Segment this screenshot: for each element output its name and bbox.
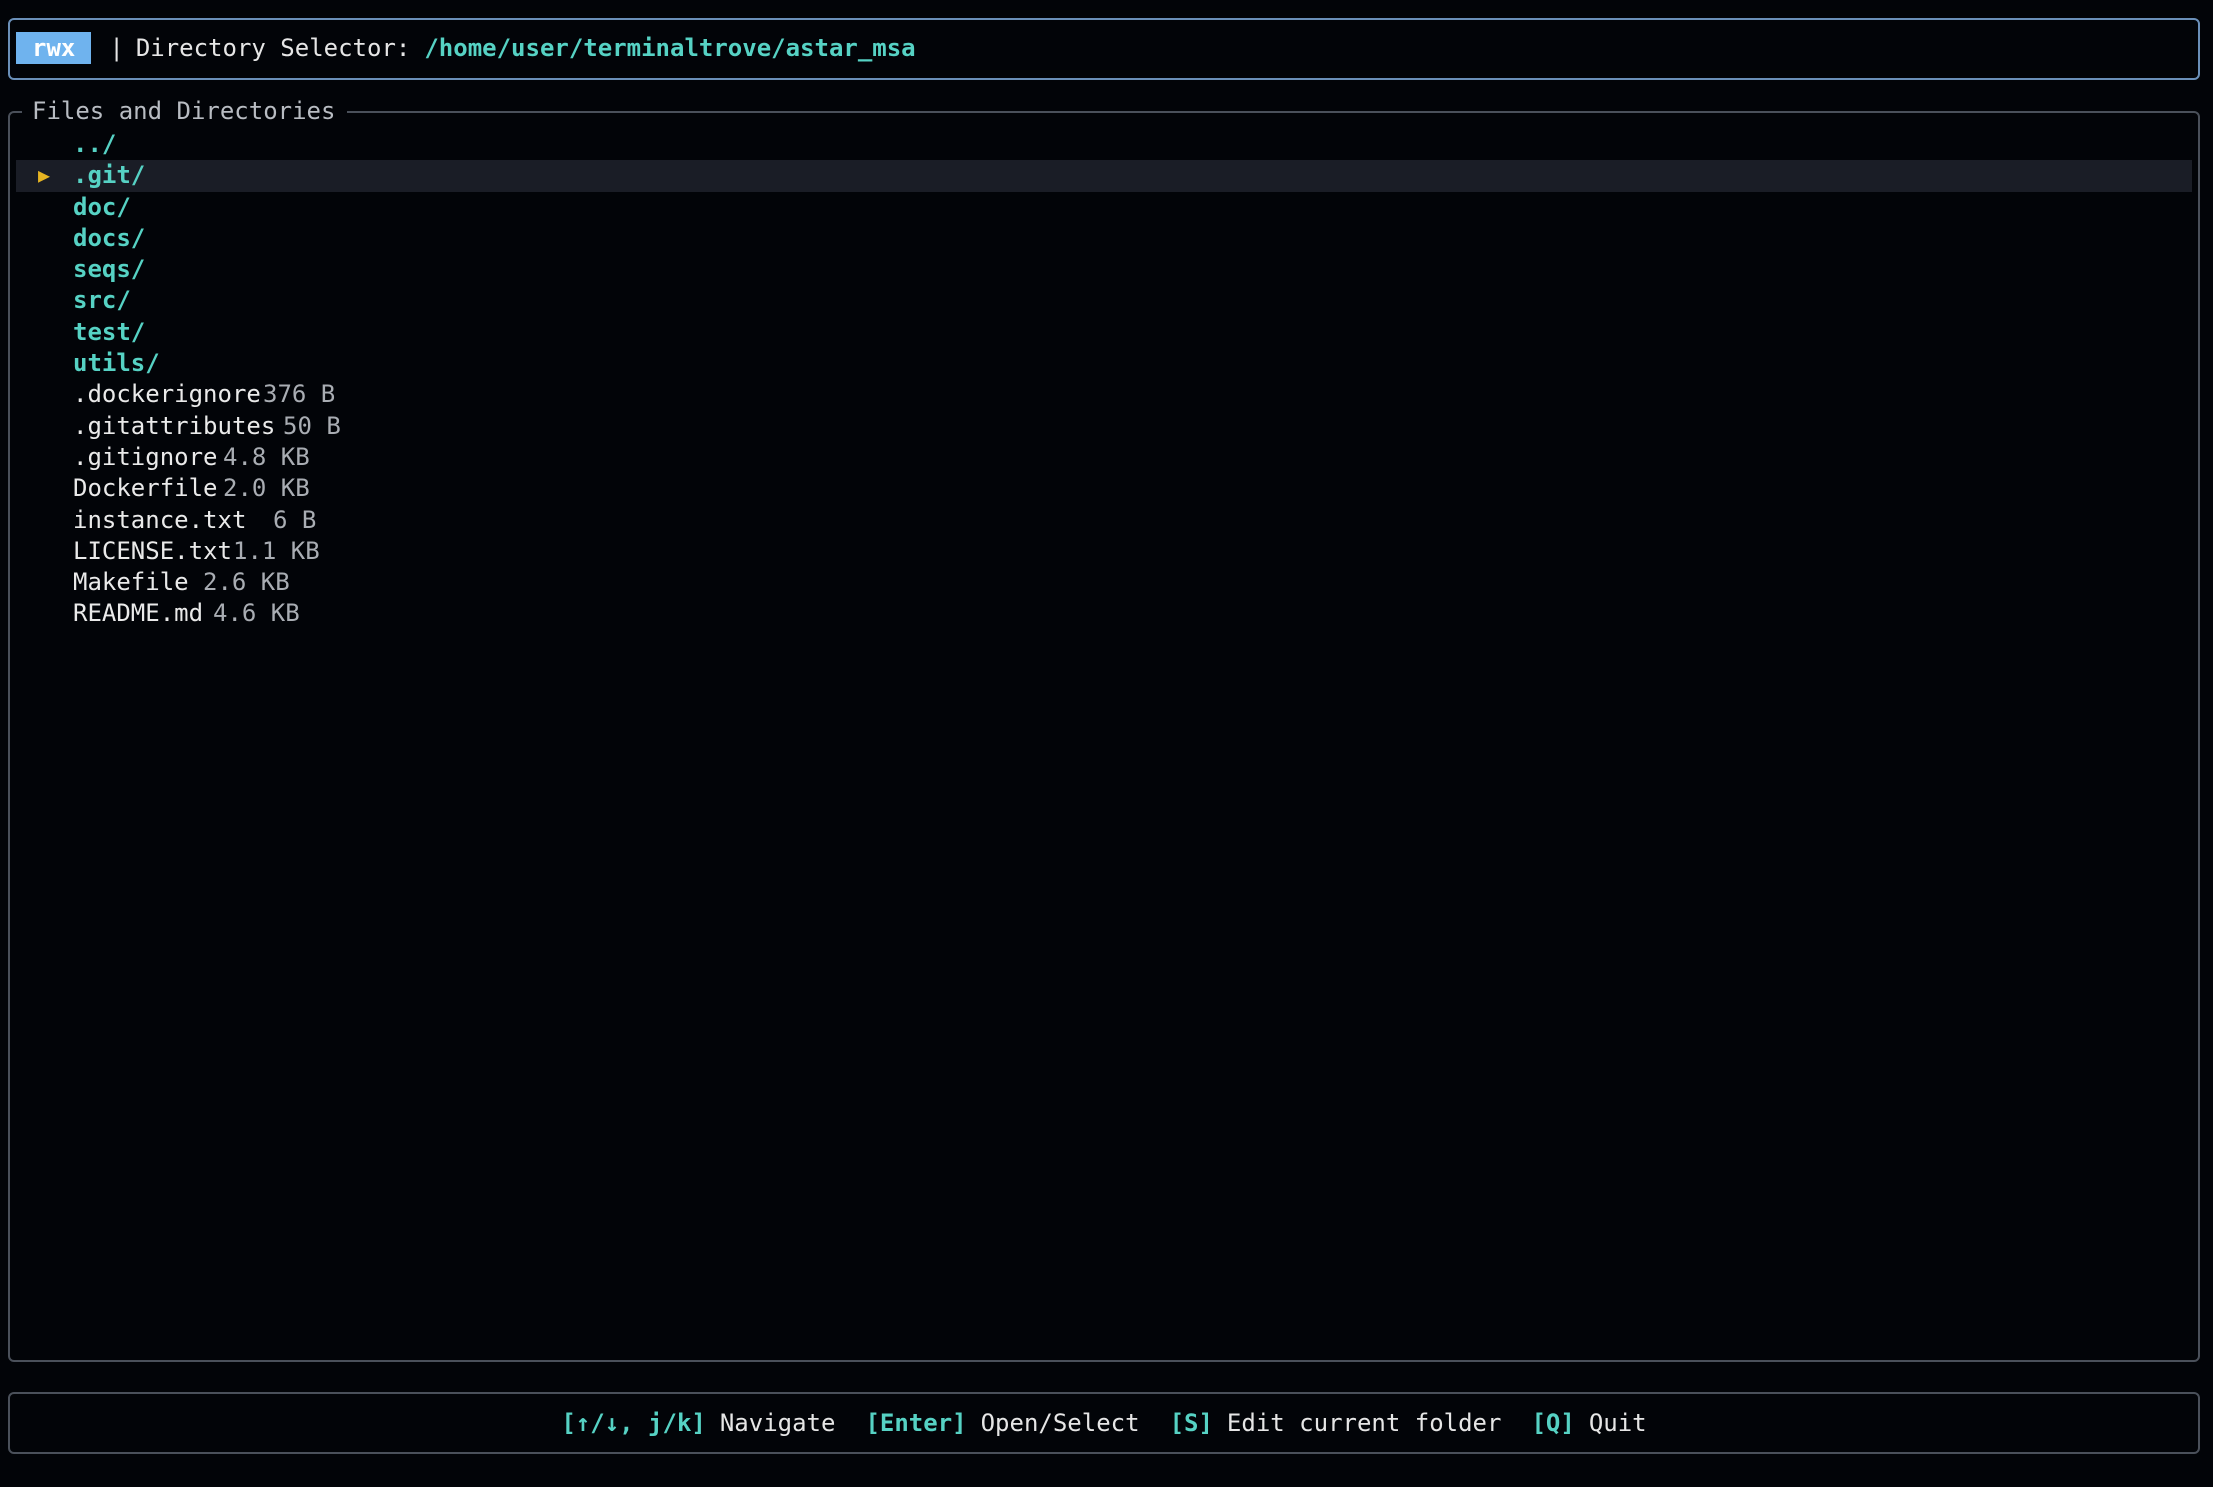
entry-name: utils/	[73, 349, 160, 378]
file-entry[interactable]: .dockerignore 376 B	[16, 379, 2192, 410]
entry-name: README.md	[73, 599, 204, 628]
entry-size: 50 B	[283, 411, 341, 440]
entry-name: Dockerfile	[73, 474, 218, 503]
header-bar: rwx | Directory Selector: /home/user/ter…	[8, 18, 2200, 80]
panel-title: Files and Directories	[22, 96, 348, 126]
hint-description: Edit current folder	[1226, 1409, 1502, 1437]
entry-size: 4.8 KB	[223, 442, 310, 471]
directory-entry[interactable]: doc/	[16, 192, 2192, 223]
directory-entry[interactable]: ▶ .git/	[16, 160, 2192, 192]
file-entry[interactable]: .gitattributes 50 B	[16, 411, 2192, 442]
file-entry[interactable]: Dockerfile 2.0 KB	[16, 473, 2192, 504]
footer-bar: [↑/↓, j/k] Navigate [Enter] Open/Select [S] E…	[8, 1392, 2200, 1454]
hint-item: [Q] Quit	[1531, 1408, 1646, 1438]
file-entry[interactable]: .gitignore 4.8 KB	[16, 442, 2192, 473]
directory-entry[interactable]: test/	[16, 317, 2192, 348]
entry-size: 2.6 KB	[203, 568, 290, 597]
file-entry[interactable]: LICENSE.txt 1.1 KB	[16, 536, 2192, 567]
hint-key: [↑/↓, j/k]	[561, 1409, 706, 1437]
entry-size: 2.0 KB	[223, 474, 310, 503]
entry-name: LICENSE.txt	[73, 536, 232, 565]
header-label: Directory Selector:	[135, 34, 411, 62]
hint-key: [Enter]	[865, 1409, 967, 1437]
directory-entry[interactable]: docs/	[16, 223, 2192, 254]
entry-name: docs/	[73, 223, 146, 252]
entry-name: .gitattributes	[73, 411, 276, 440]
entry-name: doc/	[73, 192, 131, 221]
file-entry[interactable]: Makefile 2.6 KB	[16, 567, 2192, 598]
hint-item: [↑/↓, j/k] Navigate	[561, 1408, 835, 1438]
hint-key: [S]	[1169, 1409, 1213, 1437]
header-separator: |	[109, 34, 124, 62]
entry-size: 4.6 KB	[213, 599, 300, 628]
hint-description: Open/Select	[980, 1409, 1140, 1437]
header-row: rwx | Directory Selector: /home/user/ter…	[16, 32, 916, 64]
entry-name: src/	[73, 286, 131, 315]
permissions-badge: rwx	[16, 32, 92, 64]
keybinding-hints: [↑/↓, j/k] Navigate [Enter] Open/Select [S] E…	[10, 1408, 2198, 1438]
hint-item: [Enter] Open/Select	[865, 1408, 1139, 1438]
files-panel: Files and Directories ../ ▶ .git/doc/docs/…	[8, 96, 2200, 1362]
file-entry[interactable]: README.md 4.6 KB	[16, 598, 2192, 629]
directory-entry[interactable]: utils/	[16, 348, 2192, 379]
directory-entry[interactable]: ../	[16, 129, 2192, 160]
entry-size: 376 B	[263, 380, 336, 409]
hint-description: Navigate	[719, 1409, 836, 1437]
entry-name: Makefile	[73, 568, 189, 597]
file-entry[interactable]: instance.txt 6 B	[16, 505, 2192, 536]
entry-name: .dockerignore	[73, 380, 261, 409]
selection-cursor-icon: ▶	[38, 163, 51, 188]
entry-name: ../	[73, 130, 117, 158]
entry-name: test/	[73, 317, 146, 346]
hint-key: [Q]	[1531, 1409, 1575, 1437]
entry-name: seqs/	[73, 255, 146, 284]
current-path: /home/user/terminaltrove/astar_msa	[424, 34, 916, 62]
entry-name: .gitignore	[73, 442, 218, 471]
directory-entry[interactable]: src/	[16, 285, 2192, 316]
entry-name: instance.txt	[73, 505, 247, 534]
directory-entry[interactable]: seqs/	[16, 254, 2192, 285]
entry-size: 1.1 KB	[233, 536, 320, 565]
entry-name: .git/	[73, 161, 146, 190]
hint-item: [S] Edit current folder	[1170, 1408, 1502, 1438]
entry-size: 6 B	[273, 505, 317, 534]
file-list: ../ ▶ .git/doc/docs/seqs/src/test/utils/.d…	[16, 129, 2192, 630]
hint-description: Quit	[1588, 1409, 1647, 1437]
